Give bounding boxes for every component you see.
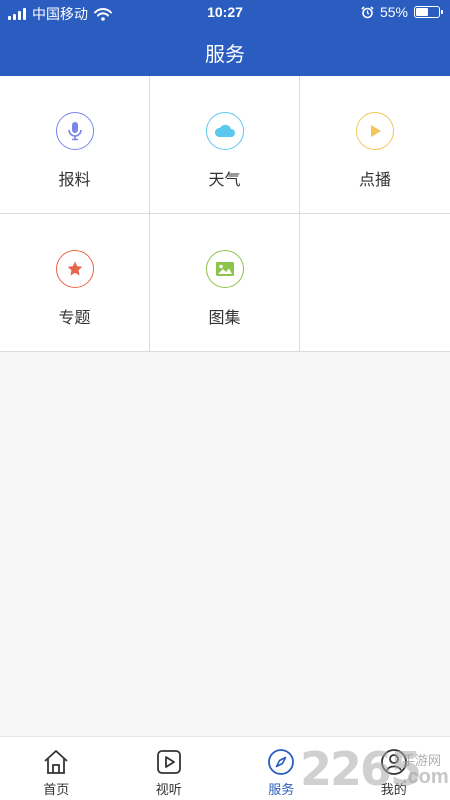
battery-fill — [416, 8, 429, 16]
service-item-empty — [300, 214, 450, 352]
service-label: 报料 — [58, 172, 91, 189]
service-label: 天气 — [208, 172, 241, 189]
app-header: 中国移动 10:27 55% 服务 — [0, 0, 450, 76]
service-label: 图集 — [208, 310, 241, 327]
star-icon — [55, 250, 94, 288]
tab-label: 首页 — [43, 782, 70, 797]
service-item-topics[interactable]: 专题 — [0, 214, 150, 352]
service-item-baoliao[interactable]: 报料 — [0, 76, 150, 214]
status-bar: 中国移动 10:27 55% — [0, 0, 450, 24]
video-play-icon — [156, 750, 181, 774]
microphone-icon — [55, 112, 94, 150]
service-item-gallery[interactable]: 图集 — [150, 214, 300, 352]
battery-percent: 55% — [379, 4, 408, 20]
home-icon — [44, 750, 68, 774]
tab-label: 服务 — [268, 782, 295, 797]
service-item-vod[interactable]: 点播 — [300, 76, 450, 214]
page-title: 服务 — [205, 44, 245, 66]
tab-home[interactable]: 首页 — [0, 737, 113, 800]
status-right: 55% — [361, 4, 443, 20]
image-icon — [205, 250, 244, 288]
service-grid: 报料 天气 点播 专题 图集 — [0, 76, 450, 352]
play-icon — [356, 112, 394, 150]
alarm-icon — [361, 5, 374, 18]
watermark-domain: .com — [402, 766, 449, 788]
compass-icon — [268, 749, 295, 775]
service-label: 点播 — [358, 172, 391, 189]
service-item-weather[interactable]: 天气 — [150, 76, 300, 214]
watermark-logo: 2265 手游网 .com — [300, 742, 450, 796]
tab-label: 视听 — [155, 782, 182, 797]
tab-media[interactable]: 视听 — [113, 737, 226, 800]
service-label: 专题 — [58, 310, 91, 327]
cloud-icon — [205, 112, 244, 150]
battery-icon — [414, 6, 443, 18]
